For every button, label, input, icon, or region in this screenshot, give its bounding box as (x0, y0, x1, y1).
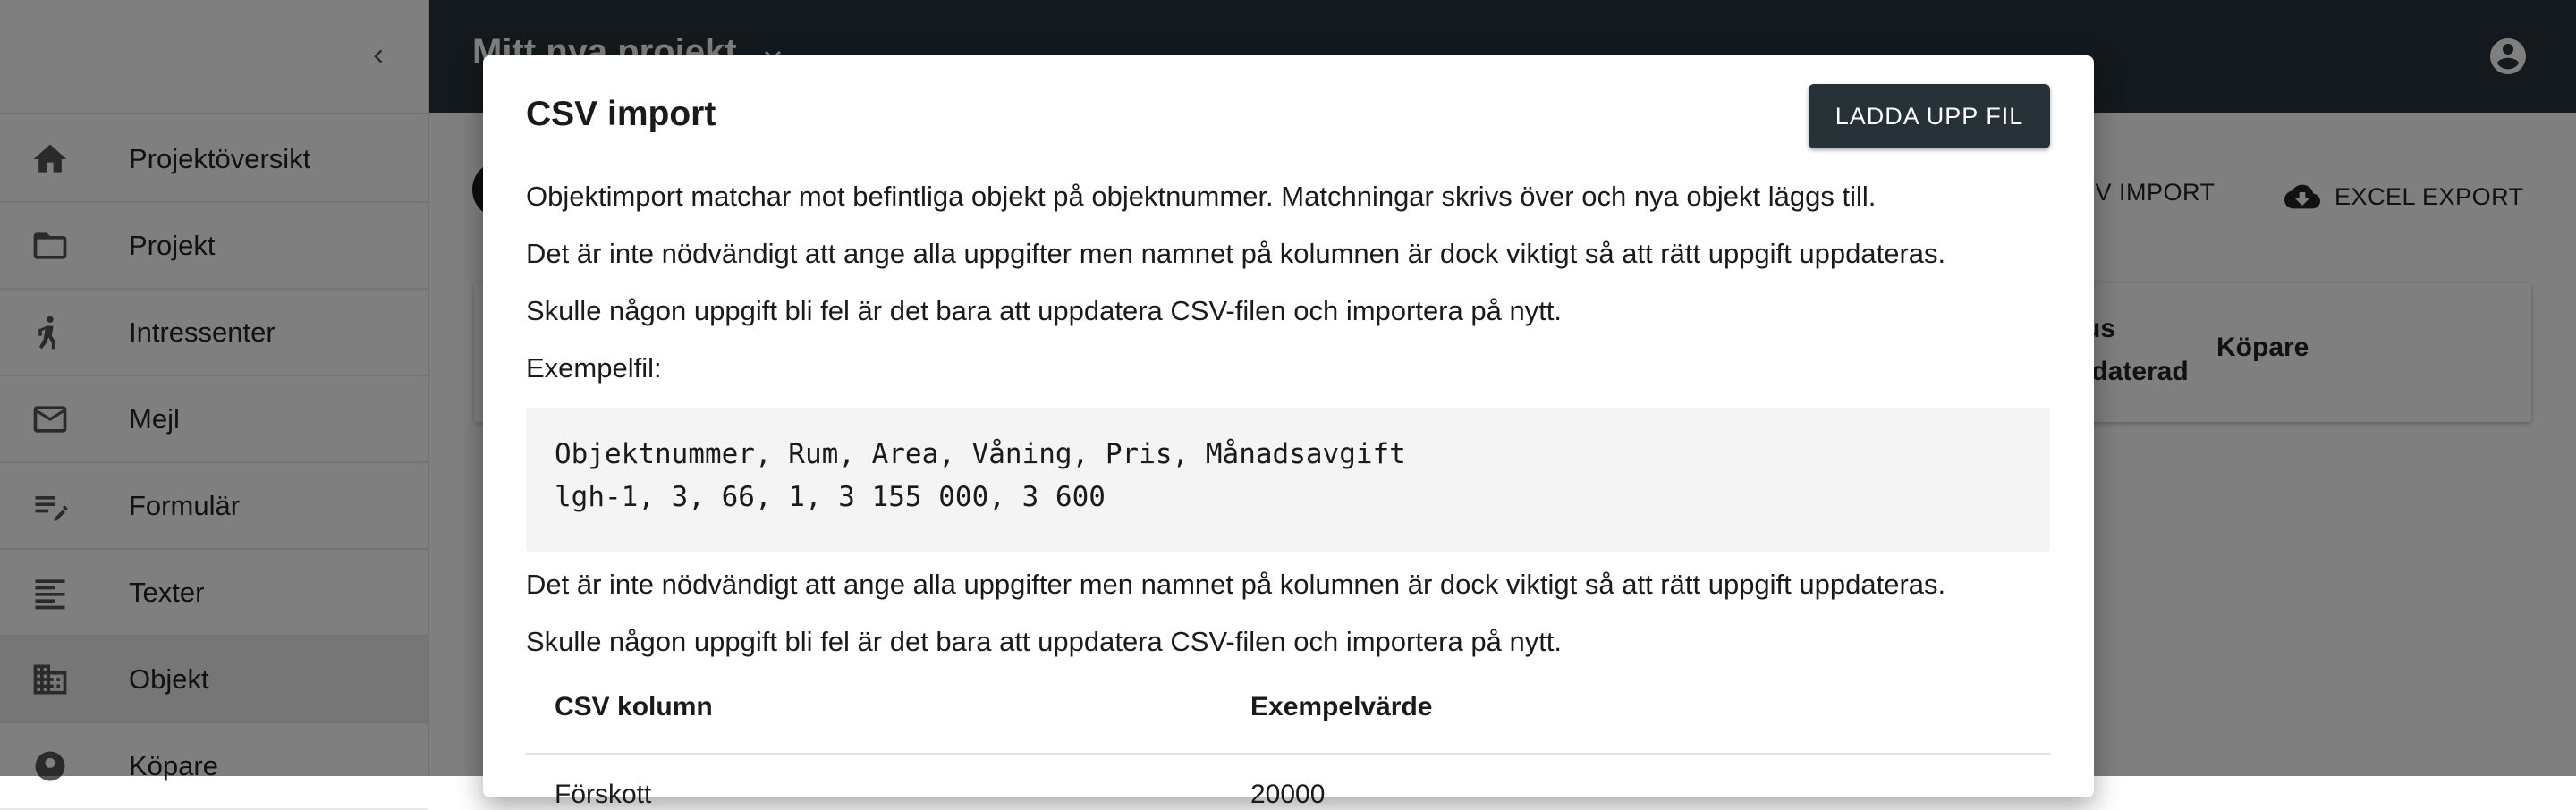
code-line: Objektnummer, Rum, Area, Våning, Pris, M… (555, 438, 1406, 470)
example-code-block: Objektnummer, Rum, Area, Våning, Pris, M… (526, 408, 2050, 552)
code-line: lgh-1, 3, 66, 1, 3 155 000, 3 600 (555, 481, 1106, 513)
example-file-label: Exempelfil: (526, 352, 662, 384)
csv-import-dialog: CSV import LADDA UPP FIL Objektimport ma… (483, 55, 2094, 809)
info-paragraph: Det är inte nödvändigt att ange alla upp… (526, 569, 1946, 600)
intro-paragraph: Objektimport matchar mot befintliga obje… (526, 181, 1877, 212)
info-paragraph: Det är inte nödvändigt att ange alla upp… (526, 238, 1946, 269)
table-cell: Förskott (555, 780, 652, 809)
column-header-exempelvarde: Exempelvärde (1250, 692, 1433, 721)
table-cell: 20000 (1250, 780, 1326, 809)
info-paragraph: Skulle någon uppgift bli fel är det bara… (526, 626, 1563, 657)
upload-file-button[interactable]: LADDA UPP FIL (1809, 84, 2050, 148)
table-divider (526, 753, 2050, 755)
info-paragraph: Skulle någon uppgift bli fel är det bara… (526, 295, 1563, 326)
dialog-title: CSV import (526, 95, 716, 133)
column-header-csv-kolumn: CSV kolumn (555, 692, 713, 721)
